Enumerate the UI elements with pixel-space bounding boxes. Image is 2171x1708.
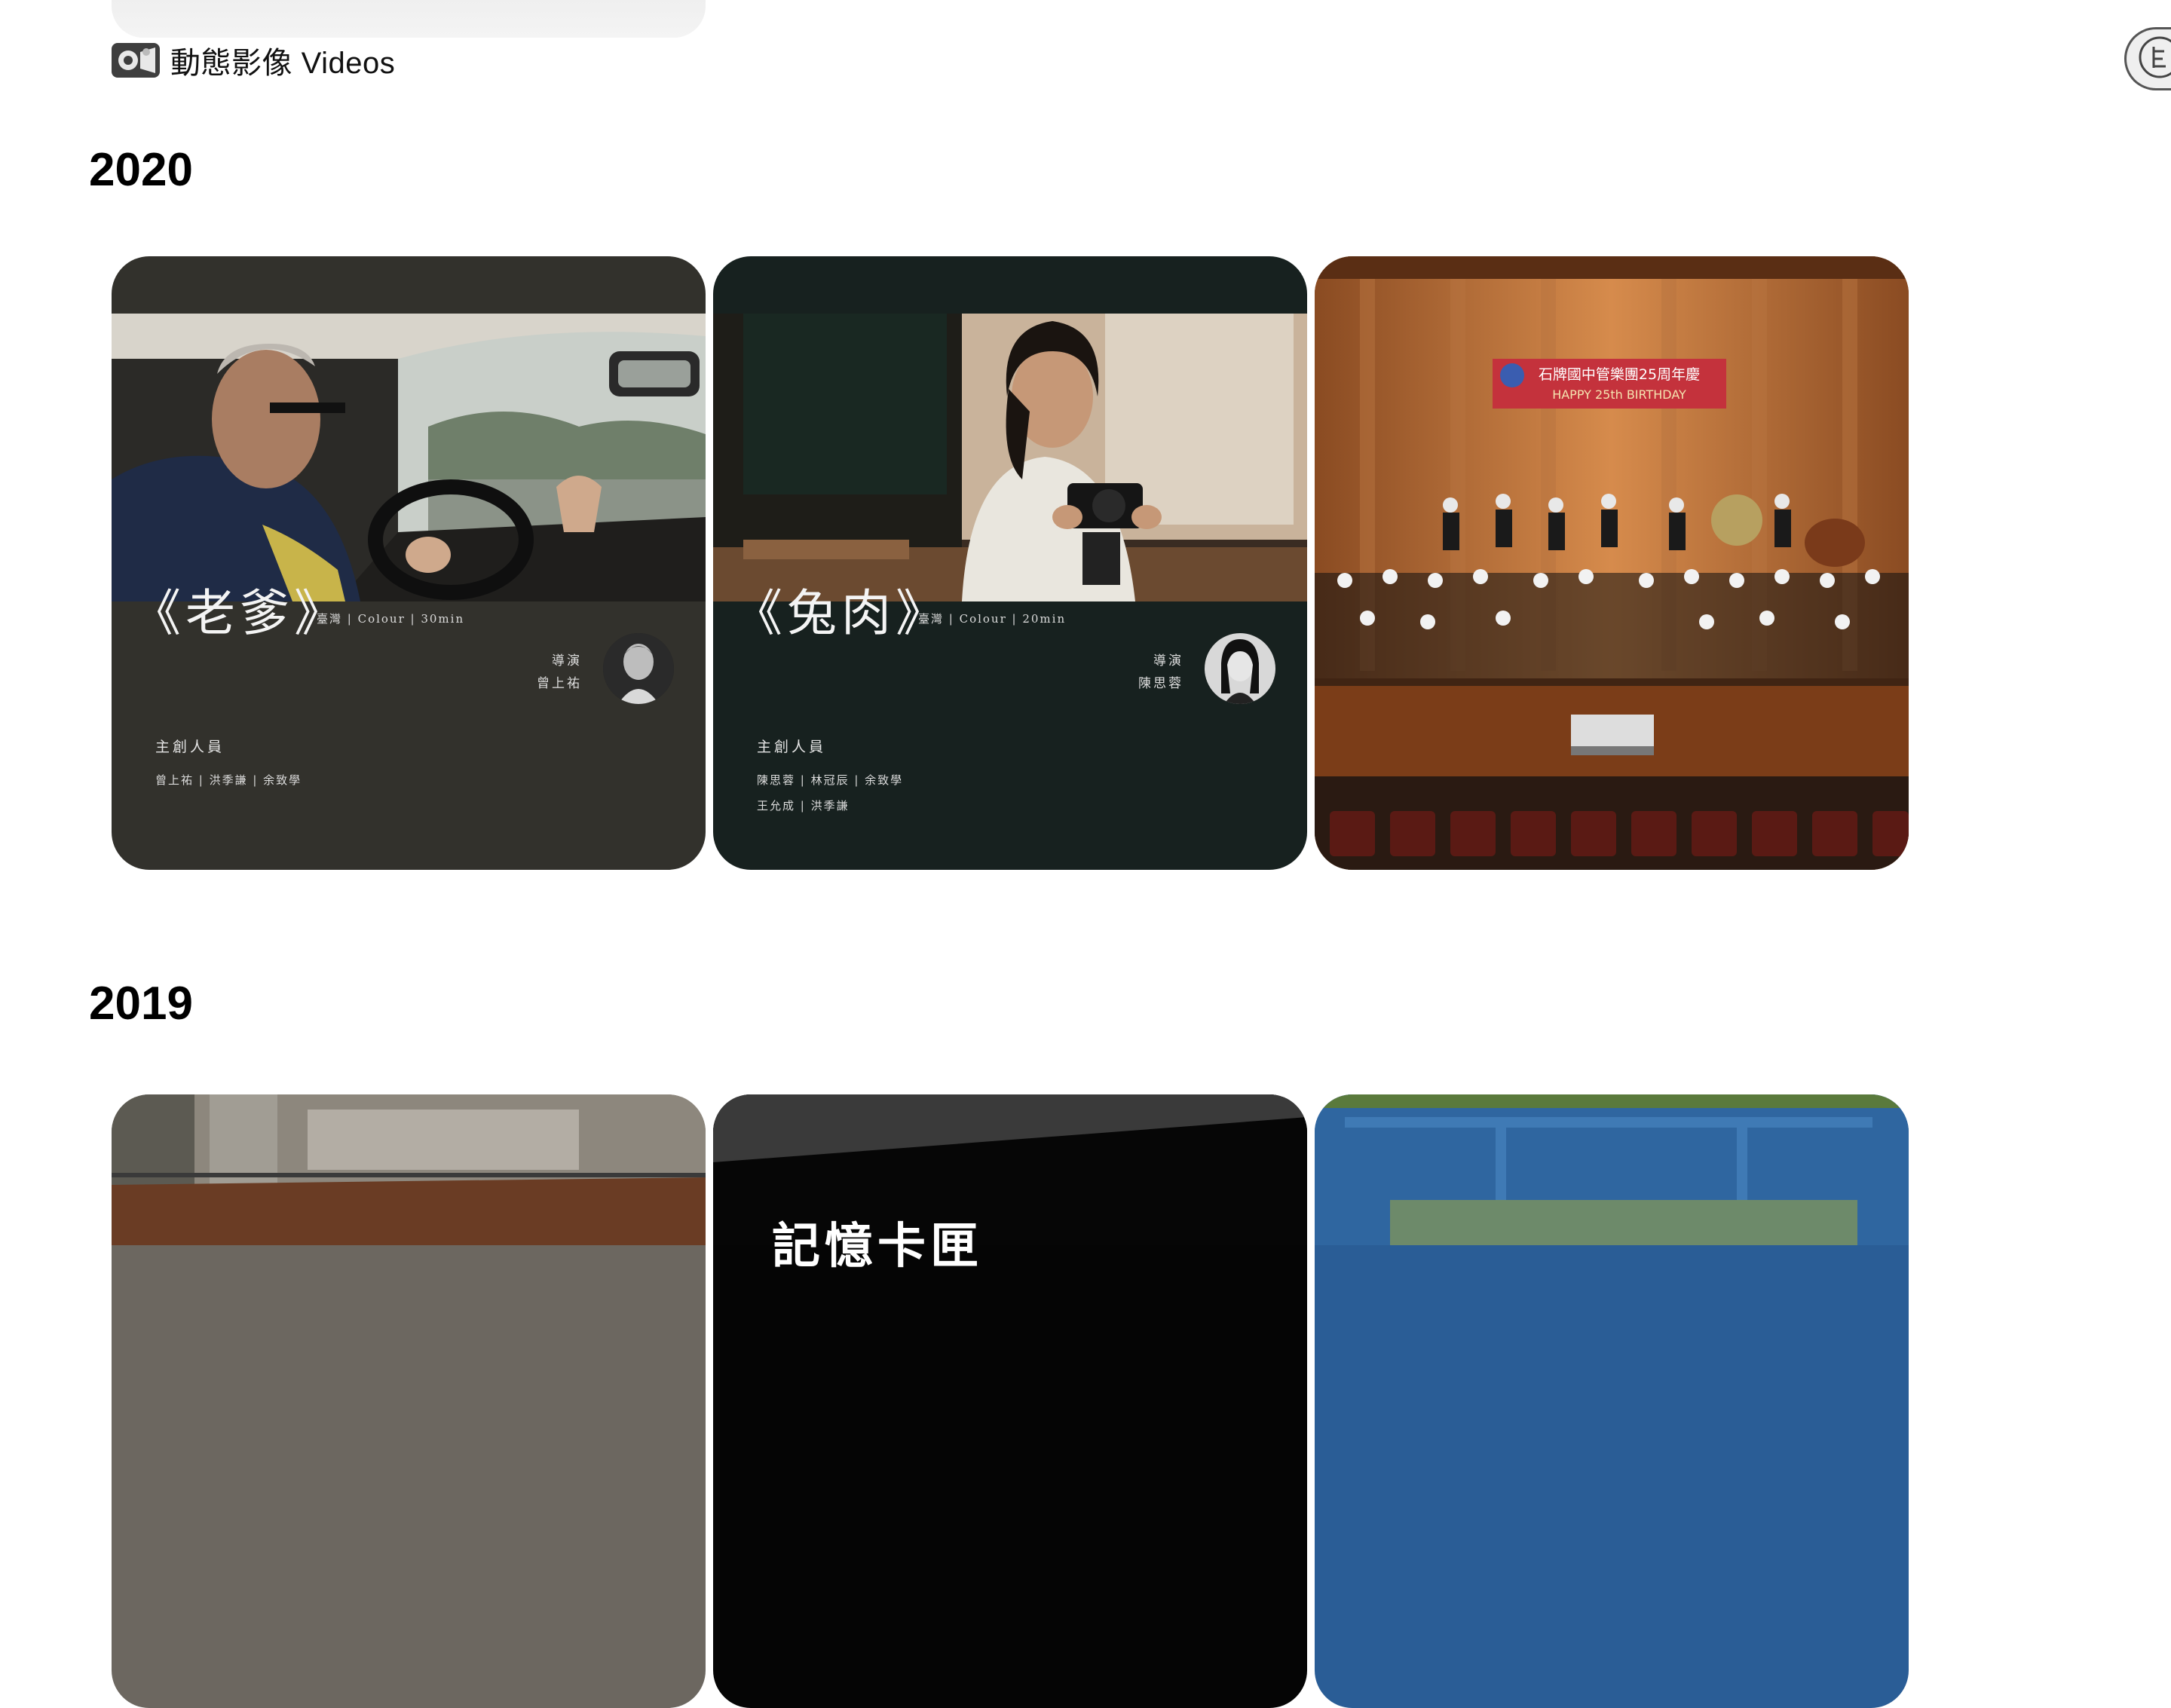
director-avatar [1205, 633, 1275, 704]
side-menu-button[interactable] [2124, 27, 2171, 90]
director-name: 陳思蓉 [1138, 676, 1183, 691]
video-card-2019-1[interactable] [112, 1094, 706, 1708]
video-card-2019-2[interactable]: 記憶卡匣 [713, 1094, 1307, 1708]
director-avatar [603, 633, 674, 704]
video-title: 記憶卡匣 [772, 1219, 983, 1275]
crew-line: 曾上祐 | 洪季謙 | 余致學 [155, 773, 302, 787]
crew-heading: 主創人員 [757, 739, 827, 755]
director-info: 導演 陳思蓉 [1138, 650, 1183, 695]
previous-video-card[interactable] [112, 0, 706, 38]
section-header: 動態影像 Videos [112, 41, 395, 80]
director-info: 導演 曾上祐 [537, 650, 582, 695]
video-meta: 臺灣 | Colour | 30min [317, 612, 465, 626]
director-label: 導演 [552, 654, 582, 669]
video-card-laodie[interactable]: 《老爹》 臺灣 | Colour | 30min 導演 曾上祐 主創人員 曾上祐… [112, 256, 706, 870]
crew-line: 陳思蓉 | 林冠辰 | 余致學 [757, 773, 904, 787]
circular-logo-icon [2137, 35, 2171, 83]
video-title: 《兔肉》 [733, 584, 950, 642]
section-title: 動態影像 Videos [170, 47, 396, 80]
film-camera-icon [112, 43, 160, 78]
concert-thumbnail: 石牌國中管樂團25周年慶 HAPPY 25th BIRTHDAY [1315, 256, 1909, 870]
year-heading: 2020 [89, 144, 193, 196]
crew-line: 王允成 | 洪季謙 [757, 799, 850, 813]
truck-thumbnail [1315, 1094, 1909, 1245]
director-label: 導演 [1153, 654, 1183, 669]
banner-line1: 石牌國中管樂團25周年慶 [1539, 366, 1700, 383]
banner-line2: HAPPY 25th BIRTHDAY [1552, 387, 1686, 402]
video-thumbnail [713, 314, 1307, 601]
video-card-turou[interactable]: 《兔肉》 臺灣 | Colour | 20min 導演 陳思蓉 主創人員 陳思蓉… [713, 256, 1307, 870]
video-thumbnail [112, 314, 706, 601]
year-heading: 2019 [89, 978, 193, 1030]
director-name: 曾上祐 [537, 676, 582, 691]
video-card-concert[interactable]: 石牌國中管樂團25周年慶 HAPPY 25th BIRTHDAY [1315, 256, 1909, 870]
video-meta: 臺灣 | Colour | 20min [918, 612, 1067, 626]
street-thumbnail [112, 1094, 706, 1245]
crew-heading: 主創人員 [155, 739, 225, 755]
video-card-2019-3[interactable] [1315, 1094, 1909, 1708]
video-title: 《老爹》 [131, 584, 348, 642]
